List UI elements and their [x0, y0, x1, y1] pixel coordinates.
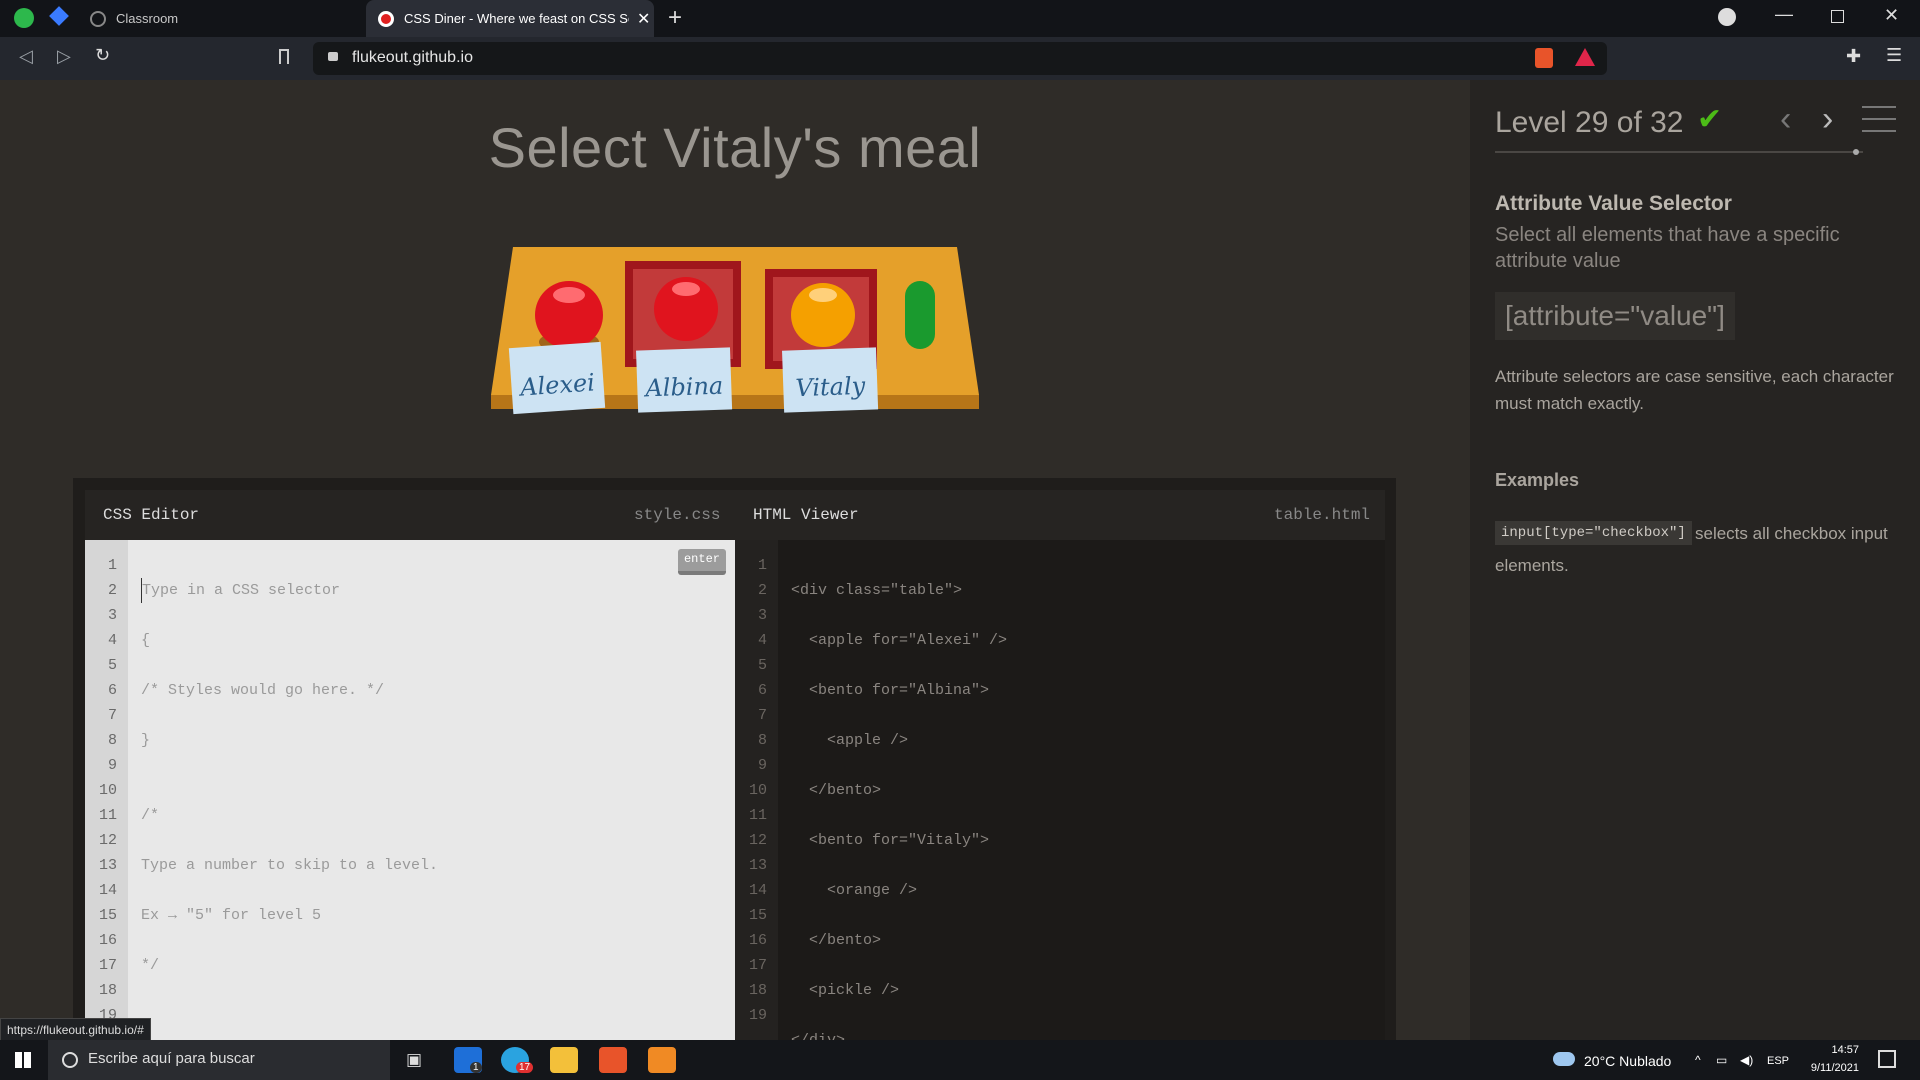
name-card-label: Alexei: [517, 368, 595, 401]
html-code-line[interactable]: <pickle />: [791, 978, 1007, 1003]
minimize-icon[interactable]: —: [1775, 4, 1793, 25]
html-code-line[interactable]: <orange />: [791, 878, 1007, 903]
menu-icon[interactable]: ☰: [1886, 45, 1902, 66]
html-code-area: <div class="table"> <apple for="Alexei" …: [791, 553, 1007, 1078]
lock-icon[interactable]: [328, 52, 338, 61]
css-selector-input[interactable]: Type in a CSS selector: [141, 578, 438, 603]
example-code: input[type="checkbox"]: [1495, 521, 1692, 545]
notifications-icon[interactable]: [1878, 1050, 1896, 1068]
weather-text[interactable]: 20°C Nublado: [1584, 1053, 1671, 1069]
css-code-line: Ex → "5" for level 5: [141, 907, 322, 924]
level-progress-marker: [1852, 149, 1859, 155]
css-line-numbers: 1 2 3 4 5 6 7 8 9 10 11 12 13 14 15 16 1…: [98, 557, 117, 1024]
level-progress-track: [1495, 151, 1863, 153]
windows-start-icon[interactable]: [15, 1052, 31, 1068]
clock-time[interactable]: 14:57: [1807, 1044, 1859, 1056]
apple-highlight: [553, 287, 585, 303]
level-menu-icon[interactable]: [1862, 106, 1896, 132]
brave-browser-icon[interactable]: [599, 1047, 627, 1073]
file-explorer-icon[interactable]: [550, 1047, 578, 1073]
restore-icon[interactable]: [1831, 10, 1844, 23]
reload-icon[interactable]: ↻: [95, 45, 110, 66]
html-line-numbers: 1 2 3 4 5 6 7 8 9 10 11 12 13 14 15 16 1…: [748, 557, 767, 1024]
html-code-line[interactable]: <div class="table">: [791, 578, 1007, 603]
tab-label: Classroom: [116, 11, 179, 26]
brave-rewards-icon[interactable]: [1575, 48, 1595, 66]
bento-orange-highlight: [809, 288, 837, 302]
css-code-line: /* Styles would go here. */: [141, 682, 385, 699]
extensions-puzzle-icon[interactable]: ✚: [1846, 46, 1861, 67]
name-card-label: Vitaly: [795, 372, 866, 402]
enter-button[interactable]: enter: [678, 549, 726, 575]
css-code-line: }: [141, 732, 151, 749]
weather-cloud-icon[interactable]: [1553, 1052, 1575, 1066]
name-card-label: Albina: [643, 372, 724, 403]
css-editor-label: CSS Editor: [103, 506, 200, 524]
language-indicator[interactable]: ESP: [1767, 1055, 1789, 1067]
pickle[interactable]: [905, 281, 935, 349]
close-window-icon[interactable]: ✕: [1884, 5, 1899, 26]
bento-apple-highlight: [672, 282, 700, 296]
clock-date[interactable]: 9/11/2021: [1797, 1062, 1859, 1074]
battery-icon[interactable]: ▭: [1716, 1053, 1727, 1067]
css-code-line: Type a number to skip to a level.: [141, 857, 439, 874]
html-code-line[interactable]: <apple />: [791, 728, 1007, 753]
css-filename: style.css: [634, 506, 721, 524]
examples-heading: Examples: [1495, 470, 1580, 490]
name-card-albina: Albina: [636, 347, 733, 413]
dining-table: Alexei Albina Vitaly: [491, 247, 979, 415]
url-field[interactable]: [313, 42, 1607, 75]
telegram-badge: 17: [516, 1062, 534, 1073]
checkmark-icon: ✔: [1697, 103, 1723, 136]
selector-name: Attribute Value Selector: [1495, 192, 1732, 215]
html-code-line[interactable]: <bento for="Albina">: [791, 678, 1007, 703]
bookmark-icon[interactable]: [279, 49, 289, 64]
close-tab-icon[interactable]: ✕: [637, 9, 650, 29]
previous-level-icon[interactable]: ‹: [1780, 100, 1791, 139]
level-title: Level 29 of 32: [1495, 106, 1684, 139]
html-code-line[interactable]: <bento for="Vitaly">: [791, 828, 1007, 853]
whatsapp-icon[interactable]: [14, 8, 34, 28]
html-viewer-label: HTML Viewer: [753, 506, 859, 524]
sublime-text-icon[interactable]: [648, 1047, 676, 1073]
task-view-icon[interactable]: ▣: [406, 1050, 422, 1070]
css-code-line: /*: [141, 807, 160, 824]
brave-shields-icon[interactable]: [1535, 48, 1553, 68]
globe-icon: [90, 10, 106, 27]
taskbar-search-placeholder[interactable]: Escribe aquí para buscar: [88, 1050, 255, 1067]
css-code-area[interactable]: Type in a CSS selector { /* Styles would…: [141, 553, 438, 1003]
selector-description: Select all elements that have a specific…: [1495, 224, 1840, 272]
mail-badge: 1: [470, 1062, 482, 1073]
tab-search-icon[interactable]: [1718, 8, 1736, 26]
url-text[interactable]: flukeout.github.io: [352, 49, 473, 67]
tray-chevron-icon[interactable]: ^: [1695, 1053, 1701, 1067]
css-code-line: */: [141, 957, 160, 974]
html-code-line[interactable]: </bento>: [791, 928, 1007, 953]
html-code-line[interactable]: </bento>: [791, 778, 1007, 803]
editor-header: [85, 490, 1385, 540]
selector-syntax: [attribute="value"]: [1495, 292, 1735, 340]
volume-icon[interactable]: ◀): [1740, 1053, 1753, 1067]
forward-icon[interactable]: ▷: [57, 46, 71, 67]
link-status-url: https://flukeout.github.io/#: [0, 1018, 151, 1042]
name-card-vitaly: Vitaly: [782, 347, 879, 413]
tab-classroom[interactable]: Classroom: [90, 0, 360, 37]
selector-hint: Attribute selectors are case sensitive, …: [1495, 367, 1894, 413]
new-tab-icon[interactable]: +: [668, 4, 682, 32]
level-instruction-title: Select Vitaly's meal: [488, 116, 982, 179]
tab-label: CSS Diner - Where we feast on CSS Sele: [404, 11, 629, 26]
back-icon[interactable]: ◁: [19, 46, 33, 67]
next-level-icon[interactable]: ›: [1822, 100, 1833, 139]
css-code-line: {: [141, 632, 151, 649]
name-card-alexei: Alexei: [508, 341, 606, 415]
html-filename: table.html: [1274, 506, 1371, 524]
css-diner-favicon-icon: [378, 10, 394, 27]
html-code-line[interactable]: <apple for="Alexei" />: [791, 628, 1007, 653]
search-icon: [62, 1052, 78, 1068]
tab-css-diner[interactable]: CSS Diner - Where we feast on CSS Sele ✕: [366, 0, 654, 37]
